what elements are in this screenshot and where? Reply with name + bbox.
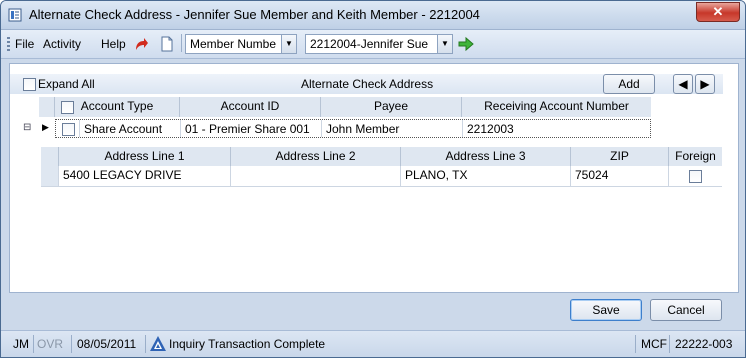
status-user: JM	[13, 337, 29, 351]
member-select[interactable]: 2212004-Jennifer Sue ▼	[305, 34, 453, 54]
menu-activity[interactable]: Activity	[43, 37, 81, 51]
address-grid-header: Address Line 1 Address Line 2 Address Li…	[41, 147, 722, 166]
close-icon: ✕	[712, 4, 724, 19]
expand-all-checkbox[interactable]	[23, 78, 36, 91]
status-separator	[635, 335, 636, 353]
cell-zip[interactable]: 75024	[571, 166, 669, 186]
cell-receiving-account[interactable]: 2212003	[463, 120, 650, 137]
status-ovr: OVR	[37, 337, 64, 351]
toolbar-grip-icon[interactable]	[7, 37, 10, 51]
address-select-col	[41, 147, 59, 166]
redo-arrow-icon[interactable]	[133, 36, 149, 52]
status-message: Inquiry Transaction Complete	[169, 337, 326, 351]
status-separator	[669, 335, 670, 353]
account-grid-header: Account Type Account ID Payee Receiving …	[39, 97, 651, 117]
table-row[interactable]: Share Account 01 - Premier Share 001 Joh…	[55, 119, 651, 138]
status-separator	[71, 335, 72, 353]
status-bar: JM OVR 08/05/2011 Inquiry Transaction Co…	[1, 330, 745, 357]
app-icon	[8, 8, 22, 22]
title-bar: Alternate Check Address - Jennifer Sue M…	[1, 1, 745, 30]
toolbar-separator	[181, 34, 182, 52]
add-button[interactable]: Add	[603, 74, 655, 94]
cell-address-line-2[interactable]	[231, 166, 401, 186]
triangle-logo-icon	[150, 336, 166, 351]
col-zip[interactable]: ZIP	[571, 147, 669, 166]
cell-account-id[interactable]: 01 - Premier Share 001	[181, 120, 322, 137]
cell-payee[interactable]: John Member	[322, 120, 463, 137]
arrow-right-icon: ▶	[700, 77, 710, 91]
chevron-down-icon[interactable]: ▼	[281, 35, 296, 53]
panel-title: Alternate Check Address	[301, 77, 434, 91]
row-pointer-icon: ▶	[42, 122, 49, 132]
cancel-button[interactable]: Cancel	[650, 299, 722, 321]
menu-help[interactable]: Help	[101, 37, 126, 51]
search-type-value: Member Numbe	[190, 37, 277, 51]
cell-address-line-1[interactable]: 5400 LEGACY DRIVE	[59, 166, 231, 186]
member-value: 2212004-Jennifer Sue	[310, 37, 429, 51]
chevron-down-icon[interactable]: ▼	[437, 35, 452, 53]
window: Alternate Check Address - Jennifer Sue M…	[0, 0, 746, 358]
col-address-line-2[interactable]: Address Line 2	[231, 147, 401, 166]
menu-file[interactable]: File	[15, 37, 34, 51]
col-address-line-1[interactable]: Address Line 1	[59, 147, 231, 166]
col-payee[interactable]: Payee	[321, 97, 462, 117]
next-button[interactable]: ▶	[695, 74, 715, 94]
select-col	[39, 97, 55, 117]
new-document-icon[interactable]	[159, 36, 175, 52]
status-date: 08/05/2011	[77, 337, 137, 351]
panel-header: Expand All Alternate Check Address Add ◀…	[10, 74, 723, 94]
col-account-id[interactable]: Account ID	[180, 97, 321, 117]
status-mode: MCF	[641, 337, 667, 351]
save-button[interactable]: Save	[570, 299, 642, 321]
prev-button[interactable]: ◀	[673, 74, 693, 94]
cell-account-type[interactable]: Share Account	[80, 120, 181, 137]
col-foreign[interactable]: Foreign	[669, 147, 722, 166]
row-select-cell	[56, 120, 80, 137]
cell-address-line-3[interactable]: PLANO, TX	[401, 166, 571, 186]
close-button[interactable]: ✕	[696, 2, 740, 22]
arrow-left-icon: ◀	[678, 77, 688, 91]
status-code: 22222-003	[675, 337, 733, 351]
address-row-selector	[41, 166, 59, 186]
col-receiving-account[interactable]: Receiving Account Number	[462, 97, 651, 117]
search-type-select[interactable]: Member Numbe ▼	[185, 34, 297, 54]
address-row[interactable]: 5400 LEGACY DRIVE PLANO, TX 75024	[41, 166, 722, 187]
col-account-type[interactable]: Account Type	[55, 97, 180, 117]
status-separator	[33, 335, 34, 353]
menu-bar: File Activity Help Member Numbe ▼ 221200…	[1, 30, 745, 59]
window-title: Alternate Check Address - Jennifer Sue M…	[29, 7, 480, 22]
expand-all-label: Expand All	[38, 77, 95, 91]
col-address-line-3[interactable]: Address Line 3	[401, 147, 571, 166]
go-arrow-icon[interactable]	[458, 36, 474, 52]
status-separator	[145, 335, 146, 353]
collapse-icon[interactable]: ⊟	[23, 122, 31, 133]
foreign-checkbox[interactable]	[689, 170, 702, 183]
